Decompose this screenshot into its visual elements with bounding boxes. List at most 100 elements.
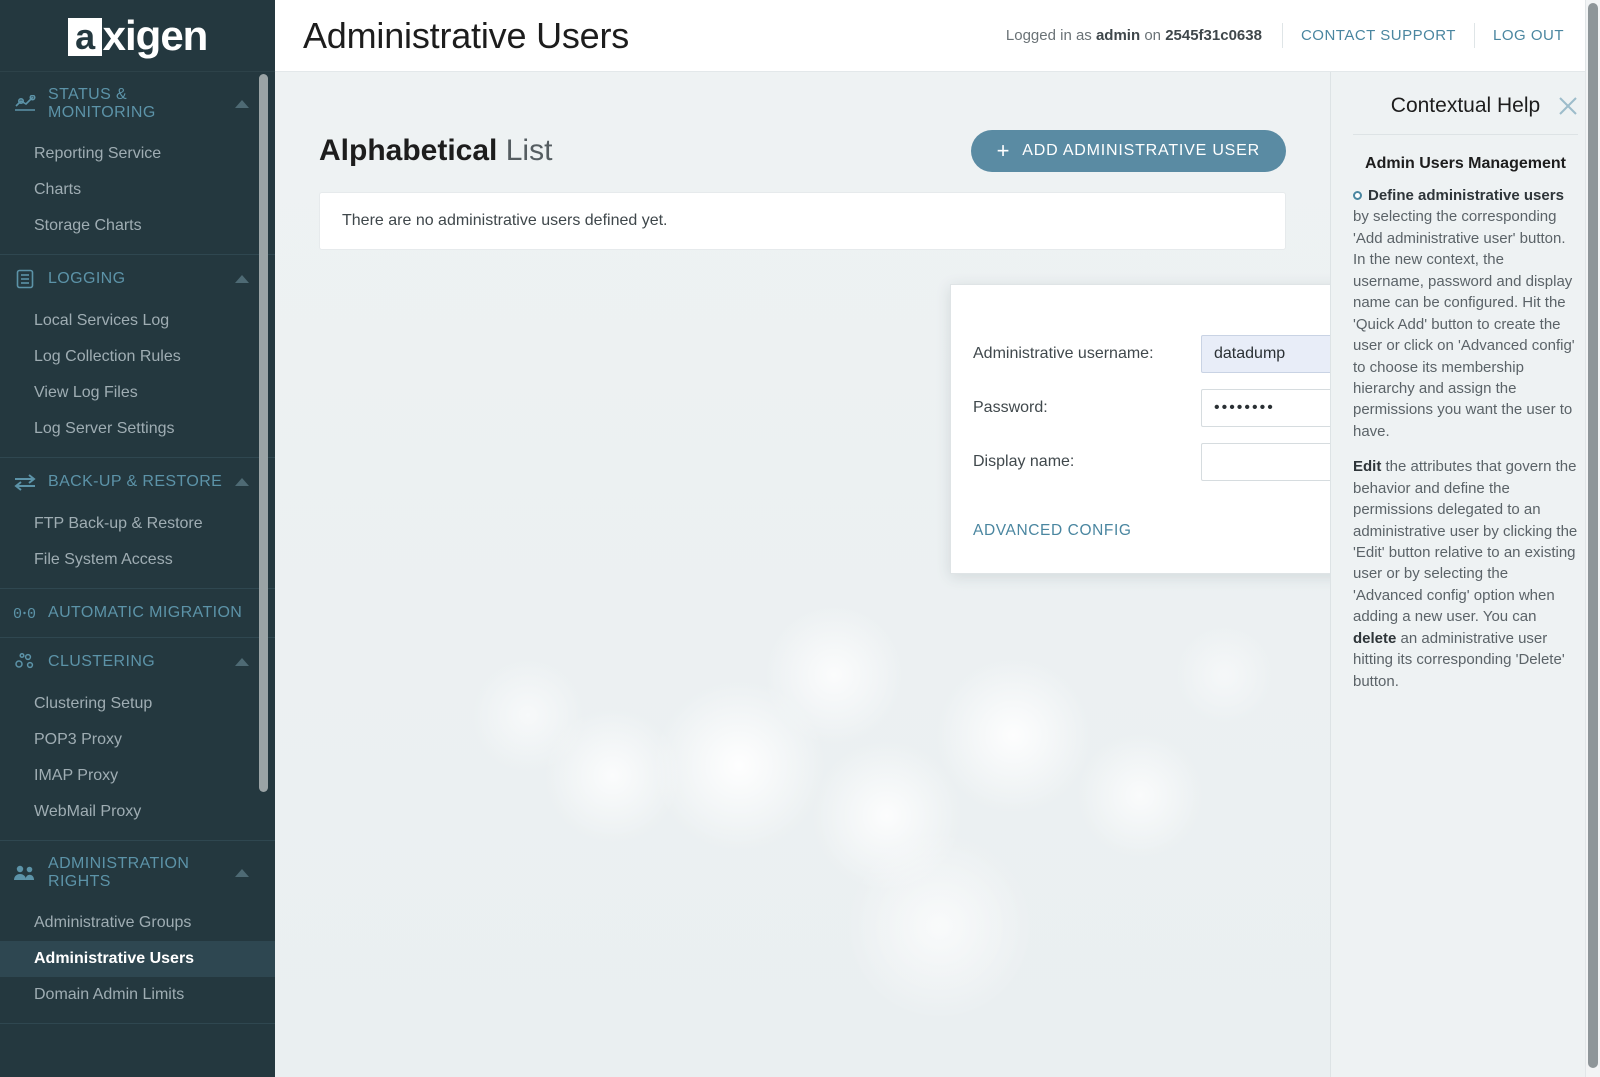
sidebar-item-view-log-files[interactable]: View Log Files [0,375,275,411]
brand-logo[interactable]: a xigen [0,0,275,72]
svg-text:0: 0 [13,606,22,622]
help-close-icon[interactable] [1556,94,1580,118]
top-bar-right: Logged in as admin on 2545f31c0638 CONTA… [1006,23,1582,48]
help-p1-rest: by selecting the corresponding 'Add admi… [1353,208,1575,440]
sidebar-item-charts[interactable]: Charts [0,172,275,208]
sidebar-item-reporting-service[interactable]: Reporting Service [0,136,275,172]
help-paragraph-1: Define administrative users by selecting… [1353,185,1578,442]
password-input[interactable] [1201,389,1330,427]
logged-in-status: Logged in as admin on 2545f31c0638 [1006,27,1282,44]
add-user-popup: Administrative username: Password: SET R… [950,284,1330,574]
contact-support-link[interactable]: CONTACT SUPPORT [1281,23,1474,48]
users-group-icon [12,863,38,883]
sidebar-item-domain-admin-limits[interactable]: Domain Admin Limits [0,977,275,1013]
sidebar-item-pop3-proxy[interactable]: POP3 Proxy [0,722,275,758]
display-name-label: Display name: [973,453,1075,470]
sidebar-item-log-collection-rules[interactable]: Log Collection Rules [0,339,275,375]
advanced-config-link[interactable]: ADVANCED CONFIG [973,522,1132,540]
chevron-up-icon[interactable] [235,658,249,666]
username-label: Administrative username: [973,345,1154,362]
sidebar-group-header[interactable]: CLUSTERING [0,638,275,686]
chevron-up-icon[interactable] [235,869,249,877]
app-root: a xigen STATUS & MONITORING Reporting Serv… [0,0,1600,1077]
help-p2-mid: the attributes that govern the behavior … [1353,458,1578,626]
sidebar-group-logging: LOGGING Local Services Log Log Collection … [0,255,275,458]
help-p2-strong: Edit [1353,458,1382,476]
add-administrative-user-button[interactable]: + ADD ADMINISTRATIVE USER [970,130,1286,172]
sidebar-group-header[interactable]: 0 0 AUTOMATIC MIGRATION [0,589,275,637]
empty-state-message: There are no administrative users define… [342,212,668,229]
sidebar-item-storage-charts[interactable]: Storage Charts [0,208,275,244]
logged-in-prefix: Logged in as [1005,27,1092,44]
password-control: SET RANDOM [1201,389,1330,427]
nodes-cluster-icon [12,652,38,672]
logo-wordmark: a xigen [67,11,209,60]
help-p1-strong: Define administrative users [1368,187,1564,204]
content-area: Alphabetical List + ADD ADMINISTRATIVE U… [275,72,1330,1077]
plus-icon: + [996,138,1011,163]
logged-in-user: admin [1095,27,1141,44]
sidebar-group-label: LOGGING [48,270,126,287]
password-label: Password: [973,399,1048,416]
sidebar-bottom-spacer [0,1024,275,1068]
sidebar-scrollbar-thumb[interactable] [259,74,268,792]
logged-in-host: 2545f31c0638 [1165,27,1262,44]
sidebar-group-administration-rights: ADMINISTRATION RIGHTS Administrative Grou… [0,841,275,1024]
sidebar-group-clustering: CLUSTERING Clustering Setup POP3 Proxy IMAP… [0,638,275,841]
sidebar-group-back-up-restore: BACK-UP & RESTORE FTP Back-up & Restore Fi… [0,458,275,589]
sidebar-item-local-services-log[interactable]: Local Services Log [0,303,275,339]
sidebar-group-status-monitoring: STATUS & MONITORING Reporting Service Char… [0,72,275,255]
chevron-up-icon[interactable] [235,478,249,486]
sidebar-group-label: STATUS & MONITORING [48,86,156,121]
sidebar-group-label: CLUSTERING [48,653,156,670]
sidebar-item-log-server-settings[interactable]: Log Server Settings [0,411,275,447]
sidebar-item-clustering-setup[interactable]: Clustering Setup [0,686,275,722]
sidebar-group-header[interactable]: STATUS & MONITORING [0,72,275,136]
page-scrollbar-thumb[interactable] [1588,3,1598,1068]
sidebar-item-administrative-users[interactable]: Administrative Users [0,941,275,977]
svg-text:0: 0 [27,606,36,622]
administrative-username-input[interactable] [1201,335,1330,373]
help-section-title: Admin Users Management [1365,155,1566,172]
chevron-up-icon[interactable] [235,100,249,108]
sidebar-item-webmail-proxy[interactable]: WebMail Proxy [0,794,275,830]
chevron-up-icon[interactable] [235,275,249,283]
sidebar-item-file-system-access[interactable]: File System Access [0,542,275,578]
contextual-help-panel: Contextual Help Admin Users Management D… [1330,72,1600,1077]
help-paragraph-2: Edit the attributes that govern the beha… [1353,456,1578,692]
display-name-control [1201,443,1330,481]
username-control [1201,335,1330,373]
page-scrollbar-track[interactable] [1585,0,1600,1077]
help-p2-strong-2: delete [1353,629,1397,647]
username-row: Administrative username: [973,335,1330,373]
arrows-exchange-icon [12,472,38,492]
body-row: Alphabetical List + ADD ADMINISTRATIVE U… [275,72,1600,1077]
logged-in-on: on [1144,27,1162,44]
password-row: Password: SET RANDOM [973,389,1330,427]
popup-footer: ADVANCED CONFIG QUICK ADD [973,511,1330,551]
bullet-icon [1353,191,1362,200]
help-title: Contextual Help [1390,94,1541,117]
sidebar-group-label: ADMINISTRATION RIGHTS [48,855,190,890]
main-area: Administrative Users Logged in as admin … [275,0,1600,1077]
log-out-link[interactable]: LOG OUT [1473,23,1582,48]
sidebar-group-header[interactable]: LOGGING [0,255,275,303]
display-name-input[interactable] [1201,443,1330,481]
page-title: Administrative Users [303,14,630,56]
display-name-row: Display name: [973,443,1330,481]
add-button-label: ADD ADMINISTRATIVE USER [1022,142,1260,159]
sidebar-group-automatic-migration: 0 0 AUTOMATIC MIGRATION [0,589,275,638]
sidebar-group-header[interactable]: BACK-UP & RESTORE [0,458,275,506]
list-header: Alphabetical List + ADD ADMINISTRATIVE U… [319,128,1286,174]
sidebar-item-administrative-groups[interactable]: Administrative Groups [0,905,275,941]
list-title-bold: Alphabetical [319,134,498,167]
logo-text: xigen [102,11,209,59]
empty-state-card: There are no administrative users define… [319,192,1286,250]
sidebar-item-ftp-back-up-restore[interactable]: FTP Back-up & Restore [0,506,275,542]
sidebar-item-imap-proxy[interactable]: IMAP Proxy [0,758,275,794]
sidebar: a xigen STATUS & MONITORING Reporting Serv… [0,0,275,1077]
top-bar: Administrative Users Logged in as admin … [275,0,1600,72]
sidebar-group-header[interactable]: ADMINISTRATION RIGHTS [0,841,275,905]
list-title-light: List [505,134,553,167]
password-wrap: SET RANDOM [1201,389,1330,427]
